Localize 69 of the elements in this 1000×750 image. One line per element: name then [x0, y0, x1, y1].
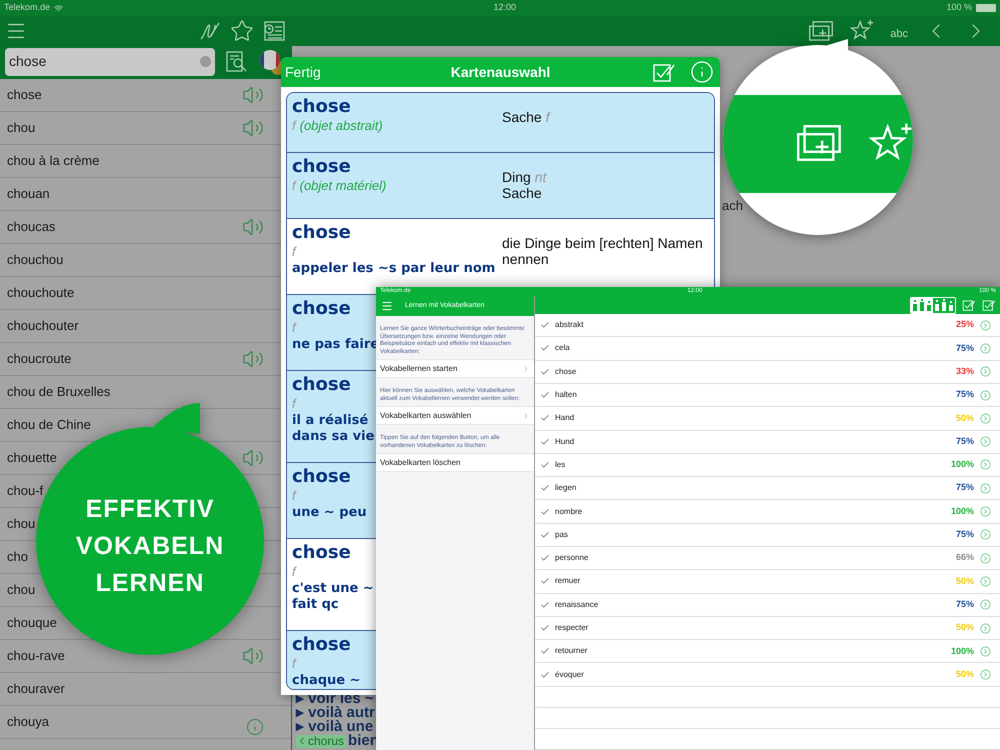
gender-label: f: [292, 319, 296, 337]
score-label: 50%: [956, 574, 974, 588]
gender-label: f: [292, 563, 296, 581]
phrase-text: une ~ peu: [292, 505, 367, 521]
translation-text: die Dinge beim [rechten] Namen nennen: [502, 235, 704, 267]
score-label: 66%: [956, 551, 974, 564]
phrase-text: il a réalisé: [292, 413, 368, 429]
phrase-text: c'est une ~: [292, 581, 374, 597]
carrier-label: Telekom.de: [4, 1, 50, 14]
headword: chose: [292, 299, 351, 319]
phrase-text: appeler les ~s par leur nom: [292, 261, 496, 277]
sense-note: (objet matériel): [300, 177, 386, 195]
vocab-word: remuer: [555, 575, 582, 588]
vocab-word: Hand: [555, 412, 576, 424]
battery-label: 100 %: [946, 1, 972, 14]
vocab-word: personne: [555, 552, 590, 564]
score-label: 75%: [956, 434, 974, 448]
content-text: ach: [722, 197, 743, 215]
vocab-word: Hund: [555, 436, 576, 448]
detail-line: ▸ voilà autr: [296, 706, 375, 720]
score-label: 33%: [956, 365, 974, 378]
phrase-text: fait qc: [292, 597, 339, 613]
gender-label: f: [292, 655, 296, 673]
dialog-title: Kartenauswahl: [450, 62, 552, 82]
headword: chose: [292, 97, 351, 117]
score-label: 75%: [956, 528, 974, 542]
score-label: 100%: [950, 458, 974, 472]
gender-label: f: [292, 243, 296, 261]
translation-text: Sache f: [502, 109, 552, 125]
vocab-word: les: [555, 458, 566, 471]
callout-text: EFFEKTIV VOKABELN LERNEN: [74, 494, 226, 599]
translation-text: Ding nt: [502, 169, 548, 185]
vocab-word: évoquer: [555, 668, 585, 681]
score-label: 75%: [956, 598, 974, 611]
score-label: 50%: [956, 412, 974, 425]
score-label: 25%: [956, 318, 974, 332]
vocab-word: cela: [555, 342, 571, 354]
headword: chose: [292, 635, 351, 655]
vocab-word: retourner: [555, 645, 588, 658]
vocab-word: nombre: [555, 506, 584, 518]
score-label: 50%: [956, 668, 974, 681]
score-label: 75%: [956, 388, 974, 402]
headword: chose: [292, 375, 351, 395]
translation-text: Sache: [502, 185, 543, 201]
vocab-word: abstrakt: [555, 319, 584, 332]
score-label: 50%: [956, 621, 974, 634]
gender-label: f: [292, 395, 296, 413]
sense-note: (objet abstrait): [300, 117, 383, 135]
clock-label: 12:00: [493, 1, 516, 14]
vocab-word: halten: [555, 389, 578, 402]
vocab-word: chose: [555, 366, 578, 378]
vocab-word: renaissance: [555, 598, 600, 611]
gender-label: f: [292, 487, 296, 505]
headword: chose: [292, 223, 351, 243]
score-label: 75%: [956, 481, 974, 494]
headword: chose: [292, 467, 351, 487]
detail-line: ▸ voilà une: [296, 720, 374, 734]
phrase-text: dans sa vie: [292, 429, 374, 445]
gender-label: f: [292, 117, 296, 135]
score-label: 100%: [950, 504, 974, 518]
score-label: 100%: [950, 644, 974, 658]
headword: chose: [292, 157, 351, 177]
headword: chose: [292, 543, 351, 563]
gender-label: f: [292, 177, 296, 195]
vocab-word: pas: [555, 528, 569, 541]
vocab-word: respecter: [555, 622, 590, 634]
score-label: 75%: [956, 342, 974, 355]
phrase-text: chaque ~: [292, 673, 361, 689]
vocab-word: liegen: [555, 482, 578, 494]
